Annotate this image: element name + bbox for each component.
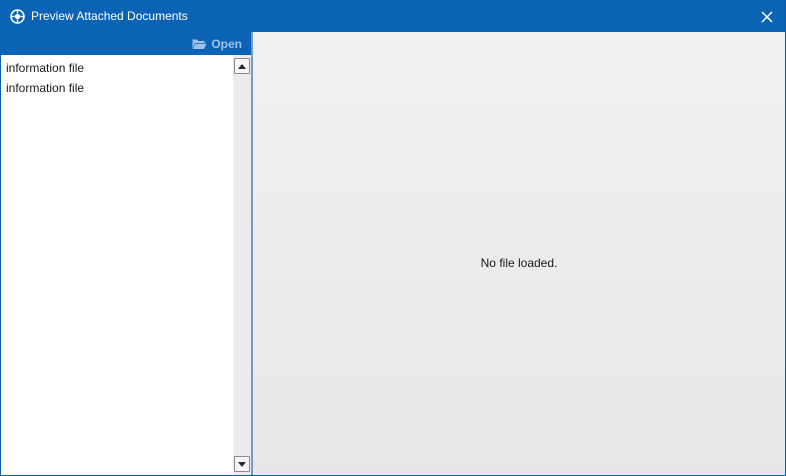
arrow-up-icon (238, 63, 246, 69)
app-logo-icon (10, 9, 25, 24)
scroll-down-button[interactable] (234, 456, 250, 472)
preview-area: No file loaded. (253, 32, 785, 475)
close-icon (761, 10, 773, 23)
list-item[interactable]: information file (1, 78, 233, 98)
list-scrollbar[interactable] (233, 55, 251, 475)
close-button[interactable] (749, 1, 785, 32)
list-item[interactable]: information file (1, 58, 233, 78)
attachments-toolbar: Open (1, 32, 251, 55)
open-button-label: Open (211, 37, 242, 51)
title-bar[interactable]: Preview Attached Documents (1, 1, 785, 32)
empty-preview-message: No file loaded. (480, 256, 558, 270)
arrow-down-icon (238, 461, 246, 467)
preview-documents-window: Preview Attached Documents Open informat… (0, 0, 786, 476)
attachment-list[interactable]: information file information file (1, 55, 233, 475)
folder-open-icon (192, 39, 207, 49)
scroll-up-button[interactable] (234, 58, 250, 74)
open-button[interactable]: Open (192, 36, 242, 52)
window-title: Preview Attached Documents (31, 9, 188, 23)
attachments-pane: Open information file information file (1, 32, 251, 475)
